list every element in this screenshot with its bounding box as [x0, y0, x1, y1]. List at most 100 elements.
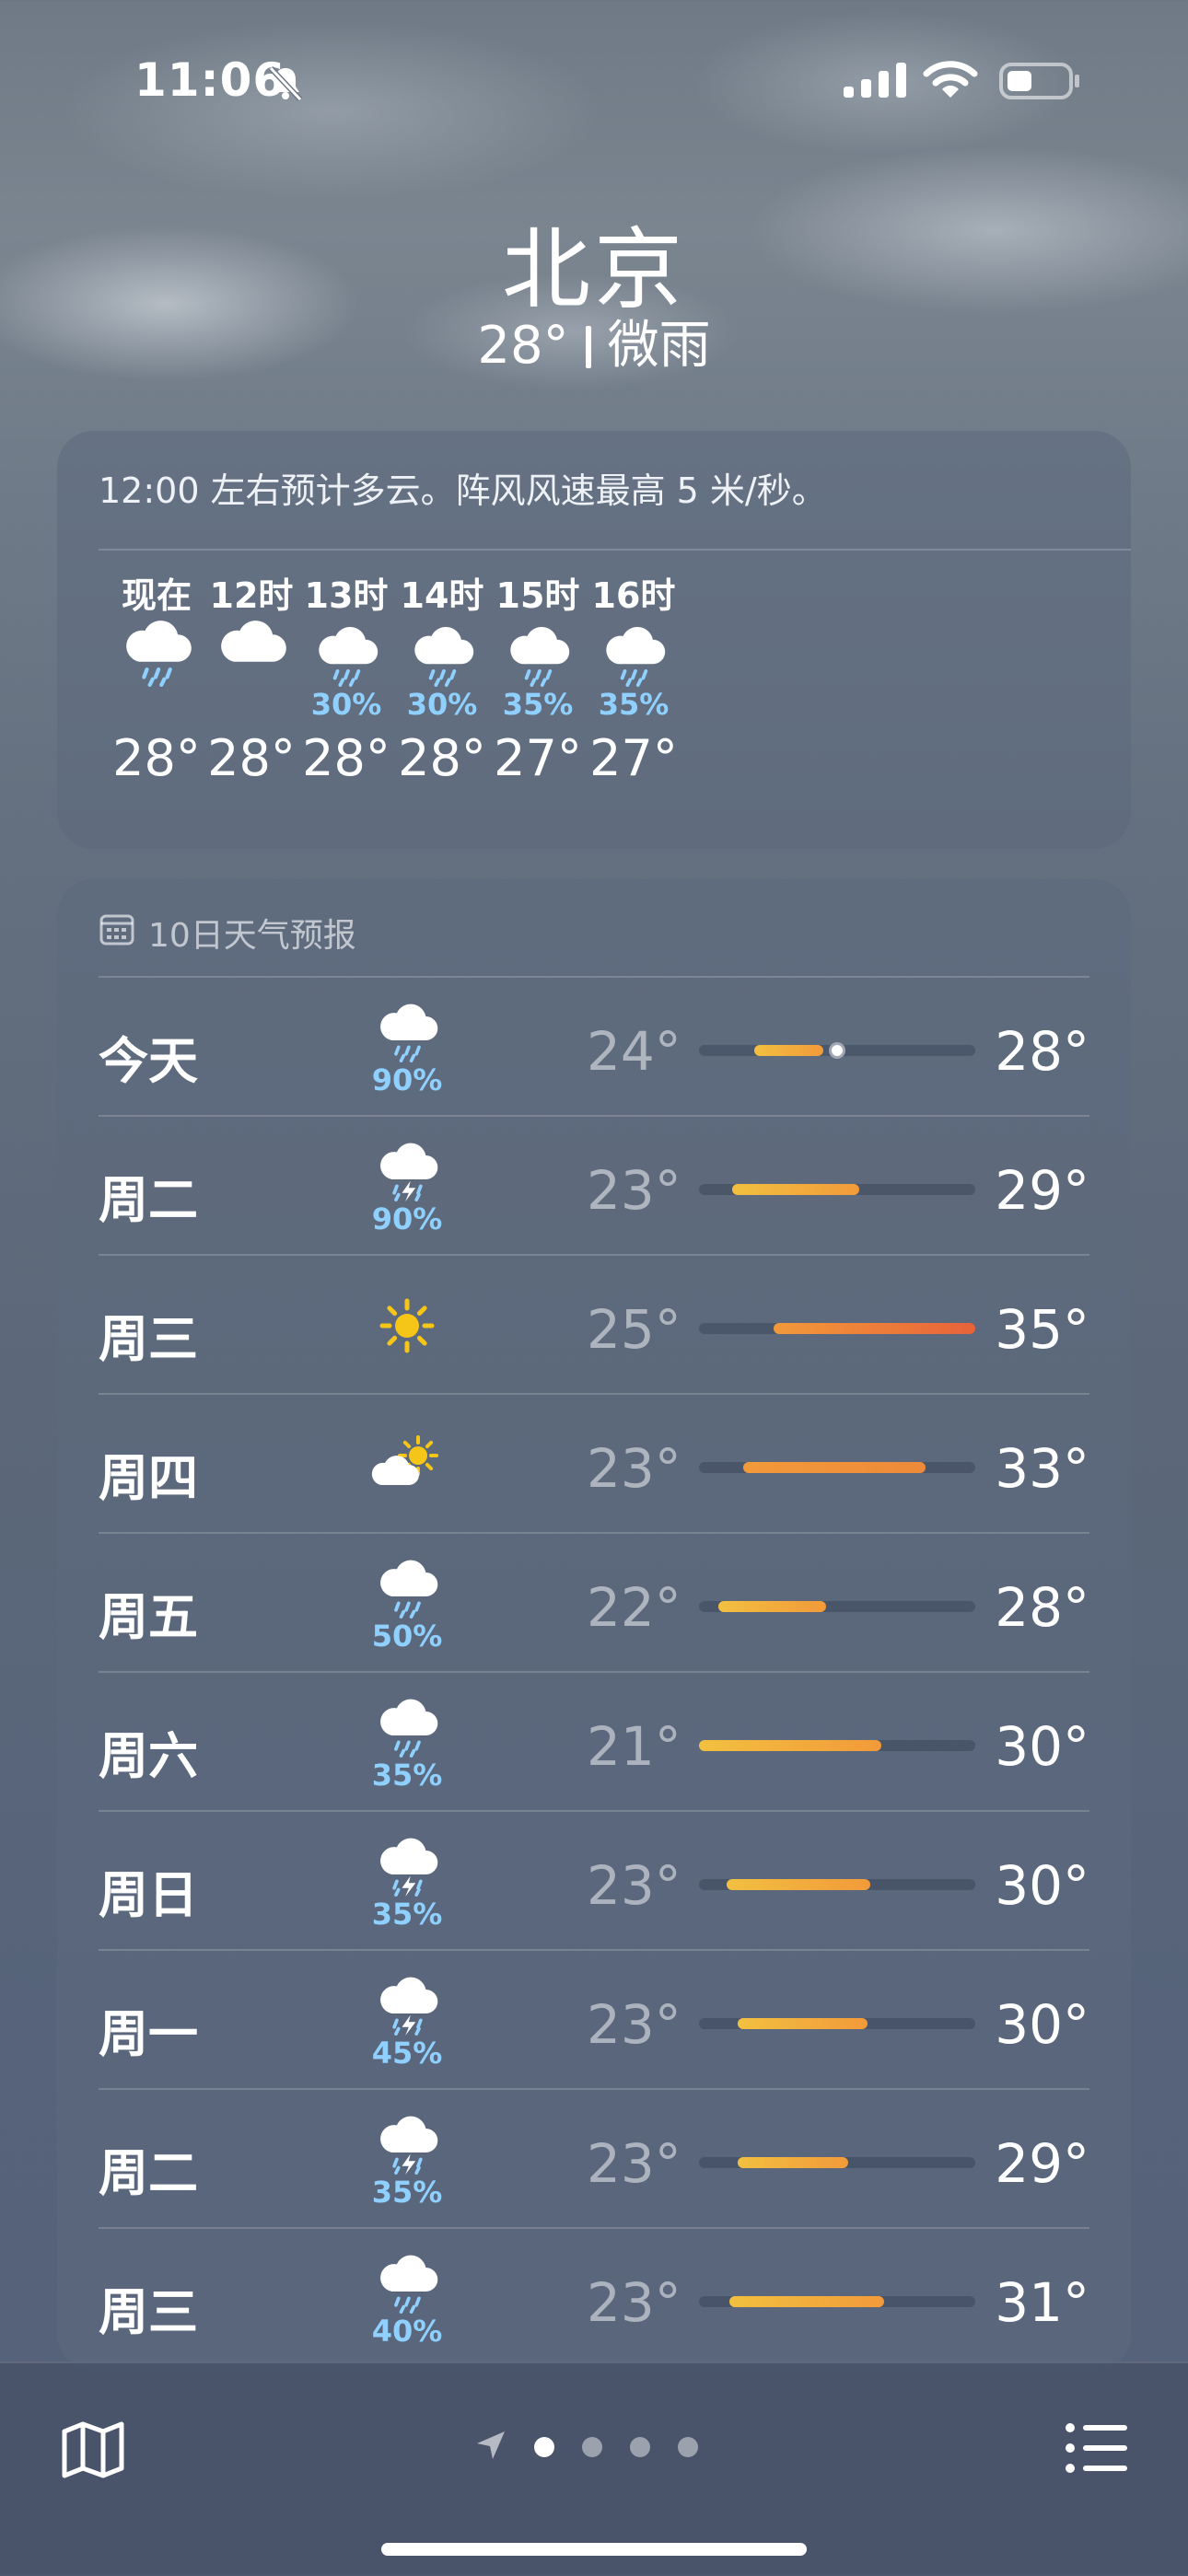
day-precip: 50%: [371, 1619, 443, 1654]
daily-row[interactable]: 周日 35% 23° 30°: [99, 1812, 1131, 1950]
high-temperature: 29°: [995, 2132, 1089, 2195]
day-precip: 40%: [371, 2314, 443, 2349]
rain-cloud-icon: [560, 613, 707, 687]
high-temperature: 30°: [995, 1854, 1089, 1917]
temperature-range-bar: [699, 1323, 975, 1334]
ten-day-forecast-card[interactable]: 10日天气预报 今天 90% 24° 28° 周二 90% 23° 29° 周三 25° 35° 周四…: [57, 879, 1131, 2371]
page-indicator[interactable]: [475, 2430, 698, 2465]
temperature-range-bar: [699, 2018, 975, 2029]
day-condition: 45%: [356, 1967, 458, 2071]
daily-row[interactable]: 周二 35% 23° 29°: [99, 2090, 1131, 2228]
ten-day-header-label: 10日天气预报: [148, 917, 356, 955]
temperature-range-bar: [699, 1042, 975, 1059]
hour-precip: 35%: [598, 687, 670, 722]
temperature-range-fill: [699, 1740, 881, 1751]
temperature-range-fill: [729, 2296, 884, 2307]
day-condition: 50%: [356, 1550, 458, 1654]
day-label: 周五: [99, 1588, 198, 1646]
temperature-range-fill: [743, 1462, 926, 1473]
daily-row[interactable]: 周三 25° 35°: [99, 1256, 1131, 1394]
day-condition: [356, 1428, 458, 1502]
low-temperature: 23°: [587, 2132, 681, 2195]
temperature-range-fill: [718, 1601, 826, 1612]
ten-day-header: 10日天气预报: [99, 909, 356, 957]
daily-row[interactable]: 周一 45% 23° 30°: [99, 1951, 1131, 2089]
day-precip: 90%: [371, 1062, 443, 1097]
current-temp-marker: [829, 1042, 845, 1059]
low-temperature: 23°: [587, 1993, 681, 2056]
day-condition: 35%: [356, 1689, 458, 1793]
status-bar: 11:06: [0, 46, 1188, 120]
page-dot[interactable]: [582, 2437, 602, 2457]
high-temperature: 31°: [995, 2271, 1089, 2334]
wifi-icon: [923, 59, 978, 103]
high-temperature: 29°: [995, 1159, 1089, 1222]
temperature-range-fill: [774, 1323, 975, 1334]
day-condition: 40%: [356, 2245, 458, 2349]
daily-row[interactable]: 周六 35% 21° 30°: [99, 1673, 1131, 1811]
high-temperature: 33°: [995, 1437, 1089, 1500]
page-dot[interactable]: [630, 2437, 650, 2457]
low-temperature: 22°: [587, 1576, 681, 1639]
list-icon[interactable]: [1065, 2422, 1129, 2477]
day-condition: [356, 1289, 458, 1363]
cellular-signal-icon: [844, 63, 908, 101]
high-temperature: 30°: [995, 1715, 1089, 1778]
current-condition-text: 微雨: [607, 316, 711, 376]
low-temperature: 23°: [587, 2271, 681, 2334]
battery-icon: [999, 61, 1082, 105]
day-label: 周六: [99, 1727, 198, 1785]
hour-label: 16时: [591, 575, 676, 616]
low-temperature: 23°: [587, 1159, 681, 1222]
temperature-range-fill: [738, 2157, 848, 2168]
daily-row[interactable]: 周五 50% 22° 28°: [99, 1534, 1131, 1672]
current-temperature: 28°: [477, 316, 569, 376]
location-arrow-icon[interactable]: [475, 2430, 507, 2465]
sun-icon: [370, 1298, 444, 1366]
day-precip: 35%: [371, 1897, 443, 1932]
day-precip: 45%: [371, 2036, 443, 2071]
day-label: 今天: [99, 1032, 198, 1090]
home-indicator[interactable]: [381, 2543, 807, 2556]
daily-row[interactable]: 今天 90% 24° 28°: [99, 978, 1131, 1116]
hourly-summary: 12:00 左右预计多云。阵风风速最高 5 米/秒。: [99, 470, 827, 511]
day-label: 周四: [99, 1449, 198, 1507]
day-precip: 35%: [371, 2175, 443, 2210]
map-icon[interactable]: [61, 2420, 125, 2483]
status-time: 11:06: [134, 53, 286, 107]
daily-row[interactable]: 周四 23° 33°: [99, 1395, 1131, 1533]
page-dot[interactable]: [678, 2437, 698, 2457]
hourly-forecast-card[interactable]: 12:00 左右预计多云。阵风风速最高 5 米/秒。 现在 28° 12时 28° 13…: [57, 431, 1131, 849]
day-label: 周三: [99, 1310, 198, 1368]
low-temperature: 24°: [587, 1020, 681, 1083]
high-temperature: 30°: [995, 1993, 1089, 2056]
temperature-range-bar: [699, 1879, 975, 1890]
low-temperature: 25°: [587, 1298, 681, 1361]
day-condition: 90%: [356, 994, 458, 1097]
daily-row[interactable]: 周二 90% 23° 29°: [99, 1117, 1131, 1255]
low-temperature: 21°: [587, 1715, 681, 1778]
current-conditions: 28° 微雨: [0, 304, 1188, 378]
temperature-range-bar: [699, 1184, 975, 1195]
hourly-scroll-list[interactable]: 现在 28° 12时 28° 13时 30% 28° 14时 30% 28° 15时 35% 27° 16…: [57, 567, 1131, 825]
high-temperature: 35°: [995, 1298, 1089, 1361]
day-label: 周二: [99, 2144, 198, 2202]
temperature-range-bar: [699, 2296, 975, 2307]
bottom-toolbar: [0, 2361, 1188, 2576]
temperature-range-bar: [699, 2157, 975, 2168]
day-precip: 90%: [371, 1201, 443, 1236]
temperature-range-fill: [732, 1184, 859, 1195]
day-label: 周二: [99, 1171, 198, 1229]
day-condition: 90%: [356, 1133, 458, 1236]
low-temperature: 23°: [587, 1437, 681, 1500]
temperature-range-fill: [738, 2018, 868, 2029]
day-condition: 35%: [356, 2106, 458, 2210]
temperature-range-fill: [727, 1879, 870, 1890]
divider: [99, 549, 1131, 551]
page-dot[interactable]: [534, 2437, 554, 2457]
high-temperature: 28°: [995, 1576, 1089, 1639]
calendar-icon: [99, 911, 135, 956]
high-temperature: 28°: [995, 1020, 1089, 1083]
day-label: 周三: [99, 2283, 198, 2341]
daily-row[interactable]: 周三 40% 23° 31°: [99, 2229, 1131, 2367]
